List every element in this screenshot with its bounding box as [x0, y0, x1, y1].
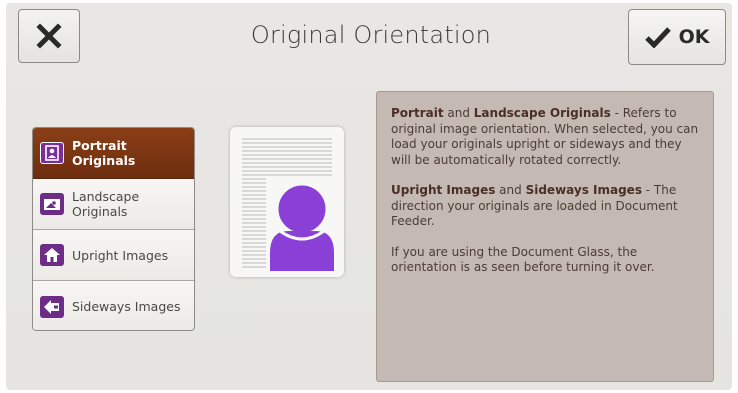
option-label: Portrait Originals: [72, 138, 136, 168]
info-term: Landscape Originals: [473, 106, 611, 120]
landscape-icon: [40, 193, 64, 215]
sideways-icon: [40, 295, 64, 318]
ok-label: OK: [678, 26, 710, 48]
dialog: Original Orientation OK Portrait Origina…: [6, 3, 732, 390]
info-text: and: [443, 106, 474, 120]
upright-icon: [40, 244, 64, 266]
info-text: and: [495, 183, 526, 197]
info-paragraph-glass: If you are using the Document Glass, the…: [391, 244, 655, 275]
portrait-icon: [40, 142, 64, 164]
option-label: Sideways Images: [72, 299, 181, 314]
info-panel: Portrait and Landscape Originals - Refer…: [376, 91, 714, 382]
portrait-preview-icon: [242, 138, 336, 272]
option-portrait-originals[interactable]: Portrait Originals: [33, 128, 194, 179]
checkmark-icon: [644, 27, 671, 48]
option-upright-images[interactable]: Upright Images: [33, 230, 194, 281]
option-label: Upright Images: [72, 247, 169, 263]
option-sideways-images[interactable]: Sideways Images: [33, 281, 194, 330]
orientation-preview: [230, 127, 344, 277]
info-term: Portrait: [391, 106, 444, 120]
option-landscape-originals[interactable]: Landscape Originals: [33, 179, 194, 230]
close-button[interactable]: [18, 9, 80, 63]
info-paragraph-images: Upright Images and Sideways Images - The…: [391, 183, 699, 230]
ok-button[interactable]: OK: [628, 9, 726, 65]
orientation-options: Portrait Originals Landscape Originals U…: [32, 127, 195, 331]
option-label: Landscape Originals: [72, 189, 140, 219]
info-term: Upright Images: [391, 183, 496, 197]
info-paragraph-originals: Portrait and Landscape Originals - Refer…: [391, 106, 699, 168]
page-title: Original Orientation: [250, 21, 492, 49]
close-icon: [36, 23, 62, 49]
info-term: Sideways Images: [525, 183, 642, 197]
